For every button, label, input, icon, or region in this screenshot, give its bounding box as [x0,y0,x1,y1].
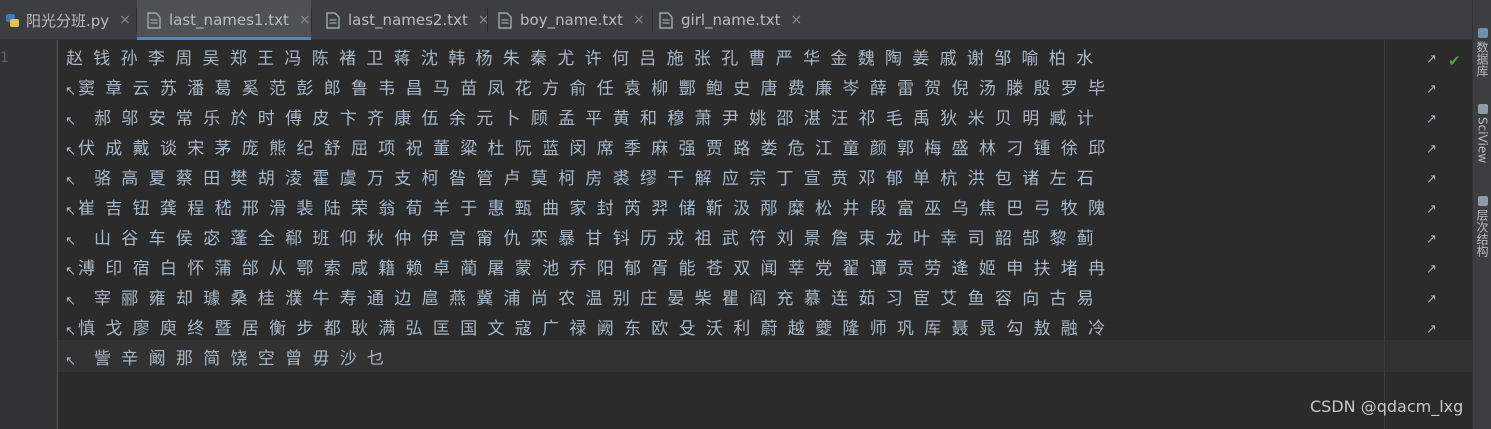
soft-wrap-end-icon: ↗ [1426,82,1437,97]
text-file-icon [326,11,340,29]
line-number: 1 [0,50,9,66]
inspection-ok-icon[interactable]: ✔ [1448,52,1461,70]
code-line[interactable]: 慎戈廖庾终暨居衡步都耿满弘匡国文寇广禄阙东欧殳沃利蔚越夔隆师巩厍聂晁勾敖融冷 [78,314,1115,344]
tab-label: last_names1.txt [169,11,289,29]
soft-wrap-start-icon: ↖ [65,354,76,369]
soft-wrap-end-icon: ↗ [1426,112,1437,127]
soft-wrap-end-icon: ↗ [1426,142,1437,157]
text-file-icon [498,11,512,29]
tool-label: SciView [1475,117,1490,164]
right-tool-strip: 数据库 SciView 层次结构 [1472,0,1491,429]
code-line[interactable]: 山谷车侯宓蓬全郗班仰秋仲伊宫甯仇栾暴甘钭历戎祖武符刘景詹束龙叶幸司韶郜黎蓟 [94,224,1104,254]
soft-wrap-end-icon: ↗ [1426,232,1437,247]
tab-last-names2-txt[interactable]: last_names2.txt × [312,0,490,40]
soft-wrap-start-icon: ↖ [65,324,76,339]
tool-hierarchy[interactable]: 层次结构 [1473,196,1491,257]
tab-last-names1-txt[interactable]: last_names1.txt × [137,0,311,40]
database-icon [1477,28,1488,38]
python-file-icon [4,12,19,29]
tool-label: 层次结构 [1475,209,1489,257]
sciview-icon [1477,104,1488,114]
tool-label: 数据库 [1475,41,1489,77]
code-line[interactable]: 伏成戴谈宋茅庞熊纪舒屈项祝董粱杜阮蓝闵席季麻强贾路娄危江童颜郭梅盛林刁锺徐邱 [78,134,1115,164]
text-editor[interactable]: 赵钱孙李周吴郑王冯陈褚卫蒋沈韩杨朱秦尤许何吕施张孔曹严华金魏陶姜戚谢邹喻柏水 ↗… [58,40,1472,429]
code-line[interactable]: 骆高夏蔡田樊胡淩霍虞万支柯昝管卢莫柯房裘缪干解应宗丁宣贲邓郁单杭洪包诸左石 [94,164,1104,194]
tab-yangguang-fenban-py[interactable]: 阳光分班.py × [0,0,136,40]
tool-sciview[interactable]: SciView [1473,104,1491,163]
soft-wrap-end-icon: ↗ [1426,172,1437,187]
close-icon[interactable]: × [299,12,311,28]
soft-wrap-end-icon: ↗ [1426,262,1437,277]
soft-wrap-start-icon: ↖ [65,234,76,249]
tab-label: last_names2.txt [348,11,468,29]
text-file-icon [147,11,161,29]
close-icon[interactable]: × [633,12,645,28]
code-line[interactable]: 崔吉钮龚程嵇邢滑裴陆荣翁荀羊于惠甄曲家封芮羿储靳汲邴糜松井段富巫乌焦巴弓牧隗 [78,194,1115,224]
tab-label: girl_name.txt [681,11,781,29]
tab-label: 阳光分班.py [26,11,110,30]
line-number-gutter[interactable]: 1 [0,40,58,429]
code-line[interactable]: 赵钱孙李周吴郑王冯陈褚卫蒋沈韩杨朱秦尤许何吕施张孔曹严华金魏陶姜戚谢邹喻柏水 [66,44,1103,74]
soft-wrap-start-icon: ↖ [65,264,76,279]
code-line[interactable]: 溥印宿白怀蒲邰从鄂索咸籍赖卓蔺屠蒙池乔阳郁胥能苍双闻莘党翟谭贡劳逄姬申扶堵冉 [78,254,1115,284]
text-file-icon [659,11,673,29]
tab-boy-name-txt[interactable]: boy_name.txt × [488,0,652,40]
soft-wrap-end-icon: ↗ [1426,322,1437,337]
soft-wrap-start-icon: ↖ [65,114,76,129]
tool-database[interactable]: 数据库 [1473,28,1491,77]
editor-tab-bar: 阳光分班.py × last_names1.txt × last_names2.… [0,0,1491,40]
code-line[interactable]: 郝邬安常乐於时傅皮卞齐康伍余元卜顾孟平黄和穆萧尹姚邵湛汪祁毛禹狄米贝明臧计 [94,104,1104,134]
hierarchy-icon [1477,196,1488,206]
soft-wrap-start-icon: ↖ [65,204,76,219]
ide-window: 阳光分班.py × last_names1.txt × last_names2.… [0,0,1491,429]
soft-wrap-end-icon: ↗ [1426,52,1437,67]
soft-wrap-start-icon: ↖ [65,294,76,309]
soft-wrap-end-icon: ↗ [1426,292,1437,307]
tab-label: boy_name.txt [520,11,624,29]
watermark: CSDN @qdacm_lxg [1310,397,1464,416]
right-margin-guide [1384,40,1385,429]
code-line[interactable]: 宰郦雍却璩桑桂濮牛寿通边扈燕冀浦尚农温别庄晏柴瞿阎充慕连茹习宦艾鱼容向古易 [94,284,1104,314]
soft-wrap-end-icon: ↗ [1426,202,1437,217]
code-line[interactable]: 訾辛阚那简饶空曾毋沙乜 [94,344,394,374]
soft-wrap-start-icon: ↖ [65,174,76,189]
code-line[interactable]: 窦章云苏潘葛奚范彭郎鲁韦昌马苗凤花方俞任袁柳酆鲍史唐费廉岑薛雷贺倪汤滕殷罗毕 [78,74,1115,104]
close-icon[interactable]: × [119,12,131,28]
tab-girl-name-txt[interactable]: girl_name.txt × [653,0,813,40]
soft-wrap-start-icon: ↖ [65,84,76,99]
close-icon[interactable]: × [790,12,802,28]
soft-wrap-start-icon: ↖ [65,144,76,159]
